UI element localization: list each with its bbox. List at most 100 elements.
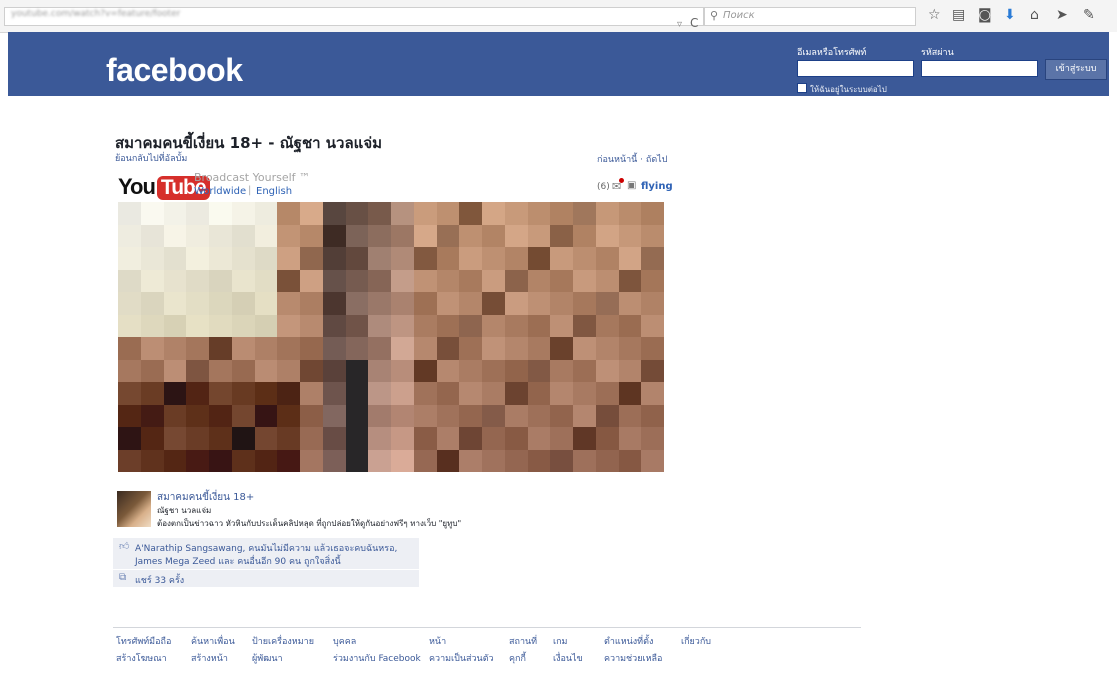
footer-link-pages[interactable]: หน้า — [429, 634, 446, 648]
mosaic-tile — [436, 247, 460, 270]
mosaic-tile — [595, 224, 619, 247]
mosaic-tile — [118, 202, 141, 225]
mosaic-tile — [254, 337, 278, 360]
mosaic-tile — [527, 202, 551, 225]
home-icon[interactable]: ⌂ — [1030, 7, 1039, 23]
footer-link-help[interactable]: ความช่วยเหลือ — [604, 651, 662, 665]
mosaic-tile — [345, 314, 369, 337]
mosaic-tile — [118, 404, 141, 427]
mosaic-tile — [163, 202, 187, 225]
mosaic-tile — [345, 382, 369, 405]
mosaic-tile — [595, 382, 619, 405]
mosaic-tile — [345, 202, 369, 225]
shares-link[interactable]: แชร์ 33 ครั้ง — [135, 573, 184, 587]
mosaic-tile — [436, 269, 460, 292]
footer-link-careers[interactable]: ร่วมงานกับ Facebook — [333, 651, 421, 665]
footer-link-about[interactable]: เกี่ยวกับ — [681, 634, 711, 648]
footer-link-find-friends[interactable]: ค้นหาเพื่อน — [191, 634, 235, 648]
footer-link-mobile[interactable]: โทรศัพท์มือถือ — [116, 634, 171, 648]
facebook-logo[interactable]: facebook — [106, 52, 243, 89]
mosaic-tile — [413, 292, 437, 315]
footer-link-people[interactable]: บุคคล — [333, 634, 356, 648]
mosaic-tile — [436, 359, 460, 382]
likes-text-line1[interactable]: A'Narathip Sangsawang, คนมันไม่มีความ แล… — [135, 541, 397, 555]
mosaic-tile — [413, 269, 437, 292]
mosaic-tile — [118, 269, 141, 292]
mosaic-tile — [209, 404, 232, 427]
password-label: รหัสผ่าน — [921, 48, 954, 58]
mosaic-tile — [527, 427, 551, 450]
likes-text-line2[interactable]: James Mega Zeed และ คนอื่นอีก 90 คน ถูกใ… — [135, 554, 341, 568]
footer-link-locations[interactable]: ตำแหน่งที่ตั้ง — [604, 634, 653, 648]
mosaic-tile — [550, 404, 573, 427]
footer-link-badges[interactable]: ป้ายเครื่องหมาย — [252, 634, 314, 648]
prev-next-links[interactable]: ก่อนหน้านี้ · ถัดไป — [597, 152, 667, 166]
footer-link-terms[interactable]: เงื่อนไข — [553, 651, 583, 665]
download-icon[interactable]: ⬇ — [1004, 7, 1016, 23]
mosaic-tile — [209, 427, 232, 450]
mosaic-tile — [140, 202, 164, 225]
mosaic-tile — [459, 382, 482, 405]
mosaic-tile — [140, 337, 164, 360]
mosaic-tile — [436, 314, 460, 337]
footer-link-create-ad[interactable]: สร้างโฆษณา — [116, 651, 167, 665]
email-field[interactable] — [797, 60, 914, 77]
reload-icon[interactable]: C — [690, 16, 698, 30]
mosaic-tile — [459, 337, 482, 360]
mosaic-tile — [504, 269, 528, 292]
password-field[interactable] — [921, 60, 1038, 77]
page-avatar[interactable] — [117, 491, 151, 527]
mosaic-tile — [254, 314, 278, 337]
keep-logged-in-checkbox[interactable] — [797, 83, 807, 93]
login-button[interactable]: เข้าสู่ระบบ — [1045, 59, 1107, 80]
mosaic-tile — [163, 382, 187, 405]
mosaic-tile — [413, 382, 437, 405]
footer-link-developers[interactable]: ผู้พัฒนา — [252, 651, 283, 665]
pocket-icon[interactable]: ◙ — [978, 7, 992, 23]
footer-link-create-page[interactable]: สร้างหน้า — [191, 651, 228, 665]
footer-link-places[interactable]: สถานที่ — [509, 634, 537, 648]
send-icon[interactable]: ➤ — [1056, 7, 1068, 23]
post-message: ต้องตกเป็นข่าวฉาว หัวหินกับประเด็นคลิปหล… — [157, 519, 462, 528]
mosaic-tile — [231, 404, 255, 427]
mosaic-tile — [368, 449, 391, 472]
mosaic-tile — [300, 292, 323, 315]
tools-icon[interactable]: ✎ — [1083, 7, 1095, 23]
mosaic-tile — [527, 269, 551, 292]
mosaic-tile — [300, 382, 323, 405]
mosaic-tile — [436, 202, 460, 225]
star-icon[interactable]: ☆ — [928, 7, 941, 23]
browser-search-input[interactable]: ⚲ Поиск — [704, 7, 916, 26]
mosaic-tile — [186, 449, 209, 472]
censored-photo[interactable] — [118, 202, 664, 472]
mosaic-tile — [436, 382, 460, 405]
back-to-album-link[interactable]: ย้อนกลับไปที่อัลบั้ม — [115, 151, 187, 165]
mosaic-tile — [391, 314, 414, 337]
reading-list-icon[interactable]: ▤ — [952, 7, 965, 23]
mosaic-tile — [641, 404, 664, 427]
mosaic-tile — [322, 247, 346, 270]
post-person-name: ณัฐชา นวลแจ่ม — [157, 506, 212, 515]
mosaic-tile — [436, 224, 460, 247]
mosaic-tile — [186, 202, 209, 225]
mosaic-tile — [163, 404, 187, 427]
mosaic-tile — [573, 292, 596, 315]
mosaic-tile — [322, 202, 346, 225]
url-history-dropdown-icon[interactable]: ▿ — [677, 19, 682, 30]
mosaic-tile — [413, 202, 437, 225]
mosaic-tile — [436, 337, 460, 360]
mosaic-tile — [527, 314, 551, 337]
thumbs-up-icon: 👍︎ — [119, 541, 130, 552]
mosaic-tile — [186, 292, 209, 315]
mosaic-tile — [300, 427, 323, 450]
mosaic-tile — [118, 427, 141, 450]
mosaic-tile — [618, 449, 642, 472]
post-page-name[interactable]: สมาคมคนขี้เงี่ยน 18+ — [157, 490, 254, 505]
notification-dot — [619, 178, 624, 183]
footer-link-games[interactable]: เกม — [553, 634, 567, 648]
url-bar[interactable]: youtube.com/watch?v=feature/footer ▿ C — [4, 7, 704, 30]
footer-link-cookies[interactable]: คุกกี้ — [509, 651, 526, 665]
footer-link-privacy[interactable]: ความเป็นส่วนตัว — [429, 651, 494, 665]
mosaic-tile — [254, 202, 278, 225]
mosaic-tile — [163, 292, 187, 315]
